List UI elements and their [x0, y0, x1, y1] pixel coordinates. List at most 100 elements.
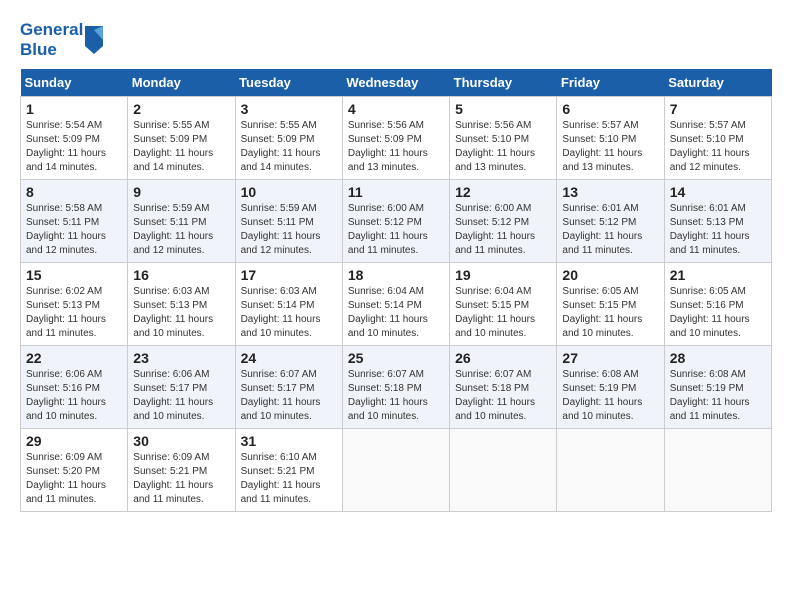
calendar-cell [557, 429, 664, 512]
calendar-cell: 19 Sunrise: 6:04 AM Sunset: 5:15 PM Dayl… [450, 263, 557, 346]
sunset-label: Sunset: 5:12 PM [348, 217, 422, 228]
day-number: 10 [241, 184, 337, 200]
calendar-cell: 22 Sunrise: 6:06 AM Sunset: 5:16 PM Dayl… [21, 346, 128, 429]
calendar-cell: 18 Sunrise: 6:04 AM Sunset: 5:14 PM Dayl… [342, 263, 449, 346]
sunset-label: Sunset: 5:09 PM [348, 134, 422, 145]
day-info: Sunrise: 6:09 AM Sunset: 5:21 PM Dayligh… [133, 451, 229, 507]
day-info: Sunrise: 5:59 AM Sunset: 5:11 PM Dayligh… [241, 202, 337, 258]
day-info: Sunrise: 6:05 AM Sunset: 5:15 PM Dayligh… [562, 285, 658, 341]
sunset-label: Sunset: 5:18 PM [455, 383, 529, 394]
day-info: Sunrise: 6:03 AM Sunset: 5:13 PM Dayligh… [133, 285, 229, 341]
day-info: Sunrise: 6:10 AM Sunset: 5:21 PM Dayligh… [241, 451, 337, 507]
calendar-cell: 6 Sunrise: 5:57 AM Sunset: 5:10 PM Dayli… [557, 97, 664, 180]
calendar-cell: 8 Sunrise: 5:58 AM Sunset: 5:11 PM Dayli… [21, 180, 128, 263]
daylight-label: Daylight: 11 hours and 10 minutes. [455, 397, 535, 422]
sunset-label: Sunset: 5:13 PM [670, 217, 744, 228]
calendar-cell: 30 Sunrise: 6:09 AM Sunset: 5:21 PM Dayl… [128, 429, 235, 512]
day-number: 1 [26, 101, 122, 117]
daylight-label: Daylight: 11 hours and 11 minutes. [133, 480, 213, 505]
day-number: 8 [26, 184, 122, 200]
daylight-label: Daylight: 11 hours and 14 minutes. [133, 148, 213, 173]
sunrise-label: Sunrise: 6:01 AM [670, 203, 746, 214]
day-info: Sunrise: 5:57 AM Sunset: 5:10 PM Dayligh… [562, 119, 658, 175]
sunset-label: Sunset: 5:14 PM [348, 300, 422, 311]
day-number: 15 [26, 267, 122, 283]
sunset-label: Sunset: 5:19 PM [670, 383, 744, 394]
sunrise-label: Sunrise: 5:57 AM [670, 120, 746, 131]
logo: General Blue [20, 20, 103, 59]
sunrise-label: Sunrise: 6:05 AM [562, 286, 638, 297]
daylight-label: Daylight: 11 hours and 10 minutes. [26, 397, 106, 422]
sunset-label: Sunset: 5:16 PM [26, 383, 100, 394]
calendar-week-row: 22 Sunrise: 6:06 AM Sunset: 5:16 PM Dayl… [21, 346, 772, 429]
sunset-label: Sunset: 5:18 PM [348, 383, 422, 394]
day-info: Sunrise: 6:08 AM Sunset: 5:19 PM Dayligh… [670, 368, 766, 424]
sunrise-label: Sunrise: 6:02 AM [26, 286, 102, 297]
sunset-label: Sunset: 5:16 PM [670, 300, 744, 311]
day-number: 21 [670, 267, 766, 283]
calendar-cell: 7 Sunrise: 5:57 AM Sunset: 5:10 PM Dayli… [664, 97, 771, 180]
daylight-label: Daylight: 11 hours and 11 minutes. [241, 480, 321, 505]
daylight-label: Daylight: 11 hours and 10 minutes. [348, 314, 428, 339]
day-number: 22 [26, 350, 122, 366]
sunset-label: Sunset: 5:15 PM [562, 300, 636, 311]
day-info: Sunrise: 6:04 AM Sunset: 5:14 PM Dayligh… [348, 285, 444, 341]
weekday-header: Friday [557, 69, 664, 97]
daylight-label: Daylight: 11 hours and 10 minutes. [133, 314, 213, 339]
sunrise-label: Sunrise: 6:00 AM [455, 203, 531, 214]
sunrise-label: Sunrise: 5:58 AM [26, 203, 102, 214]
calendar-cell: 12 Sunrise: 6:00 AM Sunset: 5:12 PM Dayl… [450, 180, 557, 263]
day-number: 19 [455, 267, 551, 283]
sunrise-label: Sunrise: 6:03 AM [133, 286, 209, 297]
sunset-label: Sunset: 5:10 PM [670, 134, 744, 145]
day-info: Sunrise: 5:56 AM Sunset: 5:09 PM Dayligh… [348, 119, 444, 175]
sunrise-label: Sunrise: 5:59 AM [133, 203, 209, 214]
day-number: 23 [133, 350, 229, 366]
calendar-cell: 14 Sunrise: 6:01 AM Sunset: 5:13 PM Dayl… [664, 180, 771, 263]
day-info: Sunrise: 5:55 AM Sunset: 5:09 PM Dayligh… [241, 119, 337, 175]
calendar-cell: 16 Sunrise: 6:03 AM Sunset: 5:13 PM Dayl… [128, 263, 235, 346]
day-number: 12 [455, 184, 551, 200]
day-number: 29 [26, 433, 122, 449]
calendar-cell: 11 Sunrise: 6:00 AM Sunset: 5:12 PM Dayl… [342, 180, 449, 263]
daylight-label: Daylight: 11 hours and 11 minutes. [26, 314, 106, 339]
day-number: 6 [562, 101, 658, 117]
day-info: Sunrise: 6:02 AM Sunset: 5:13 PM Dayligh… [26, 285, 122, 341]
daylight-label: Daylight: 11 hours and 13 minutes. [348, 148, 428, 173]
sunrise-label: Sunrise: 6:09 AM [26, 452, 102, 463]
sunrise-label: Sunrise: 5:56 AM [455, 120, 531, 131]
calendar-cell: 25 Sunrise: 6:07 AM Sunset: 5:18 PM Dayl… [342, 346, 449, 429]
day-number: 26 [455, 350, 551, 366]
daylight-label: Daylight: 11 hours and 10 minutes. [562, 397, 642, 422]
daylight-label: Daylight: 11 hours and 11 minutes. [670, 397, 750, 422]
day-info: Sunrise: 6:08 AM Sunset: 5:19 PM Dayligh… [562, 368, 658, 424]
day-number: 20 [562, 267, 658, 283]
calendar-cell: 29 Sunrise: 6:09 AM Sunset: 5:20 PM Dayl… [21, 429, 128, 512]
sunset-label: Sunset: 5:19 PM [562, 383, 636, 394]
sunset-label: Sunset: 5:21 PM [241, 466, 315, 477]
day-number: 11 [348, 184, 444, 200]
sunset-label: Sunset: 5:11 PM [133, 217, 206, 228]
calendar-cell [450, 429, 557, 512]
calendar-cell: 1 Sunrise: 5:54 AM Sunset: 5:09 PM Dayli… [21, 97, 128, 180]
sunset-label: Sunset: 5:14 PM [241, 300, 315, 311]
sunset-label: Sunset: 5:11 PM [26, 217, 99, 228]
header: General Blue [20, 20, 772, 59]
sunset-label: Sunset: 5:12 PM [455, 217, 529, 228]
sunrise-label: Sunrise: 6:07 AM [241, 369, 317, 380]
day-number: 25 [348, 350, 444, 366]
daylight-label: Daylight: 11 hours and 12 minutes. [26, 231, 106, 256]
daylight-label: Daylight: 11 hours and 11 minutes. [348, 231, 428, 256]
sunset-label: Sunset: 5:17 PM [133, 383, 207, 394]
calendar-cell: 23 Sunrise: 6:06 AM Sunset: 5:17 PM Dayl… [128, 346, 235, 429]
day-info: Sunrise: 5:54 AM Sunset: 5:09 PM Dayligh… [26, 119, 122, 175]
calendar-cell: 3 Sunrise: 5:55 AM Sunset: 5:09 PM Dayli… [235, 97, 342, 180]
day-info: Sunrise: 6:07 AM Sunset: 5:17 PM Dayligh… [241, 368, 337, 424]
sunrise-label: Sunrise: 5:54 AM [26, 120, 102, 131]
sunrise-label: Sunrise: 5:55 AM [133, 120, 209, 131]
daylight-label: Daylight: 11 hours and 13 minutes. [455, 148, 535, 173]
day-number: 31 [241, 433, 337, 449]
day-info: Sunrise: 6:07 AM Sunset: 5:18 PM Dayligh… [348, 368, 444, 424]
daylight-label: Daylight: 11 hours and 14 minutes. [26, 148, 106, 173]
sunset-label: Sunset: 5:10 PM [562, 134, 636, 145]
